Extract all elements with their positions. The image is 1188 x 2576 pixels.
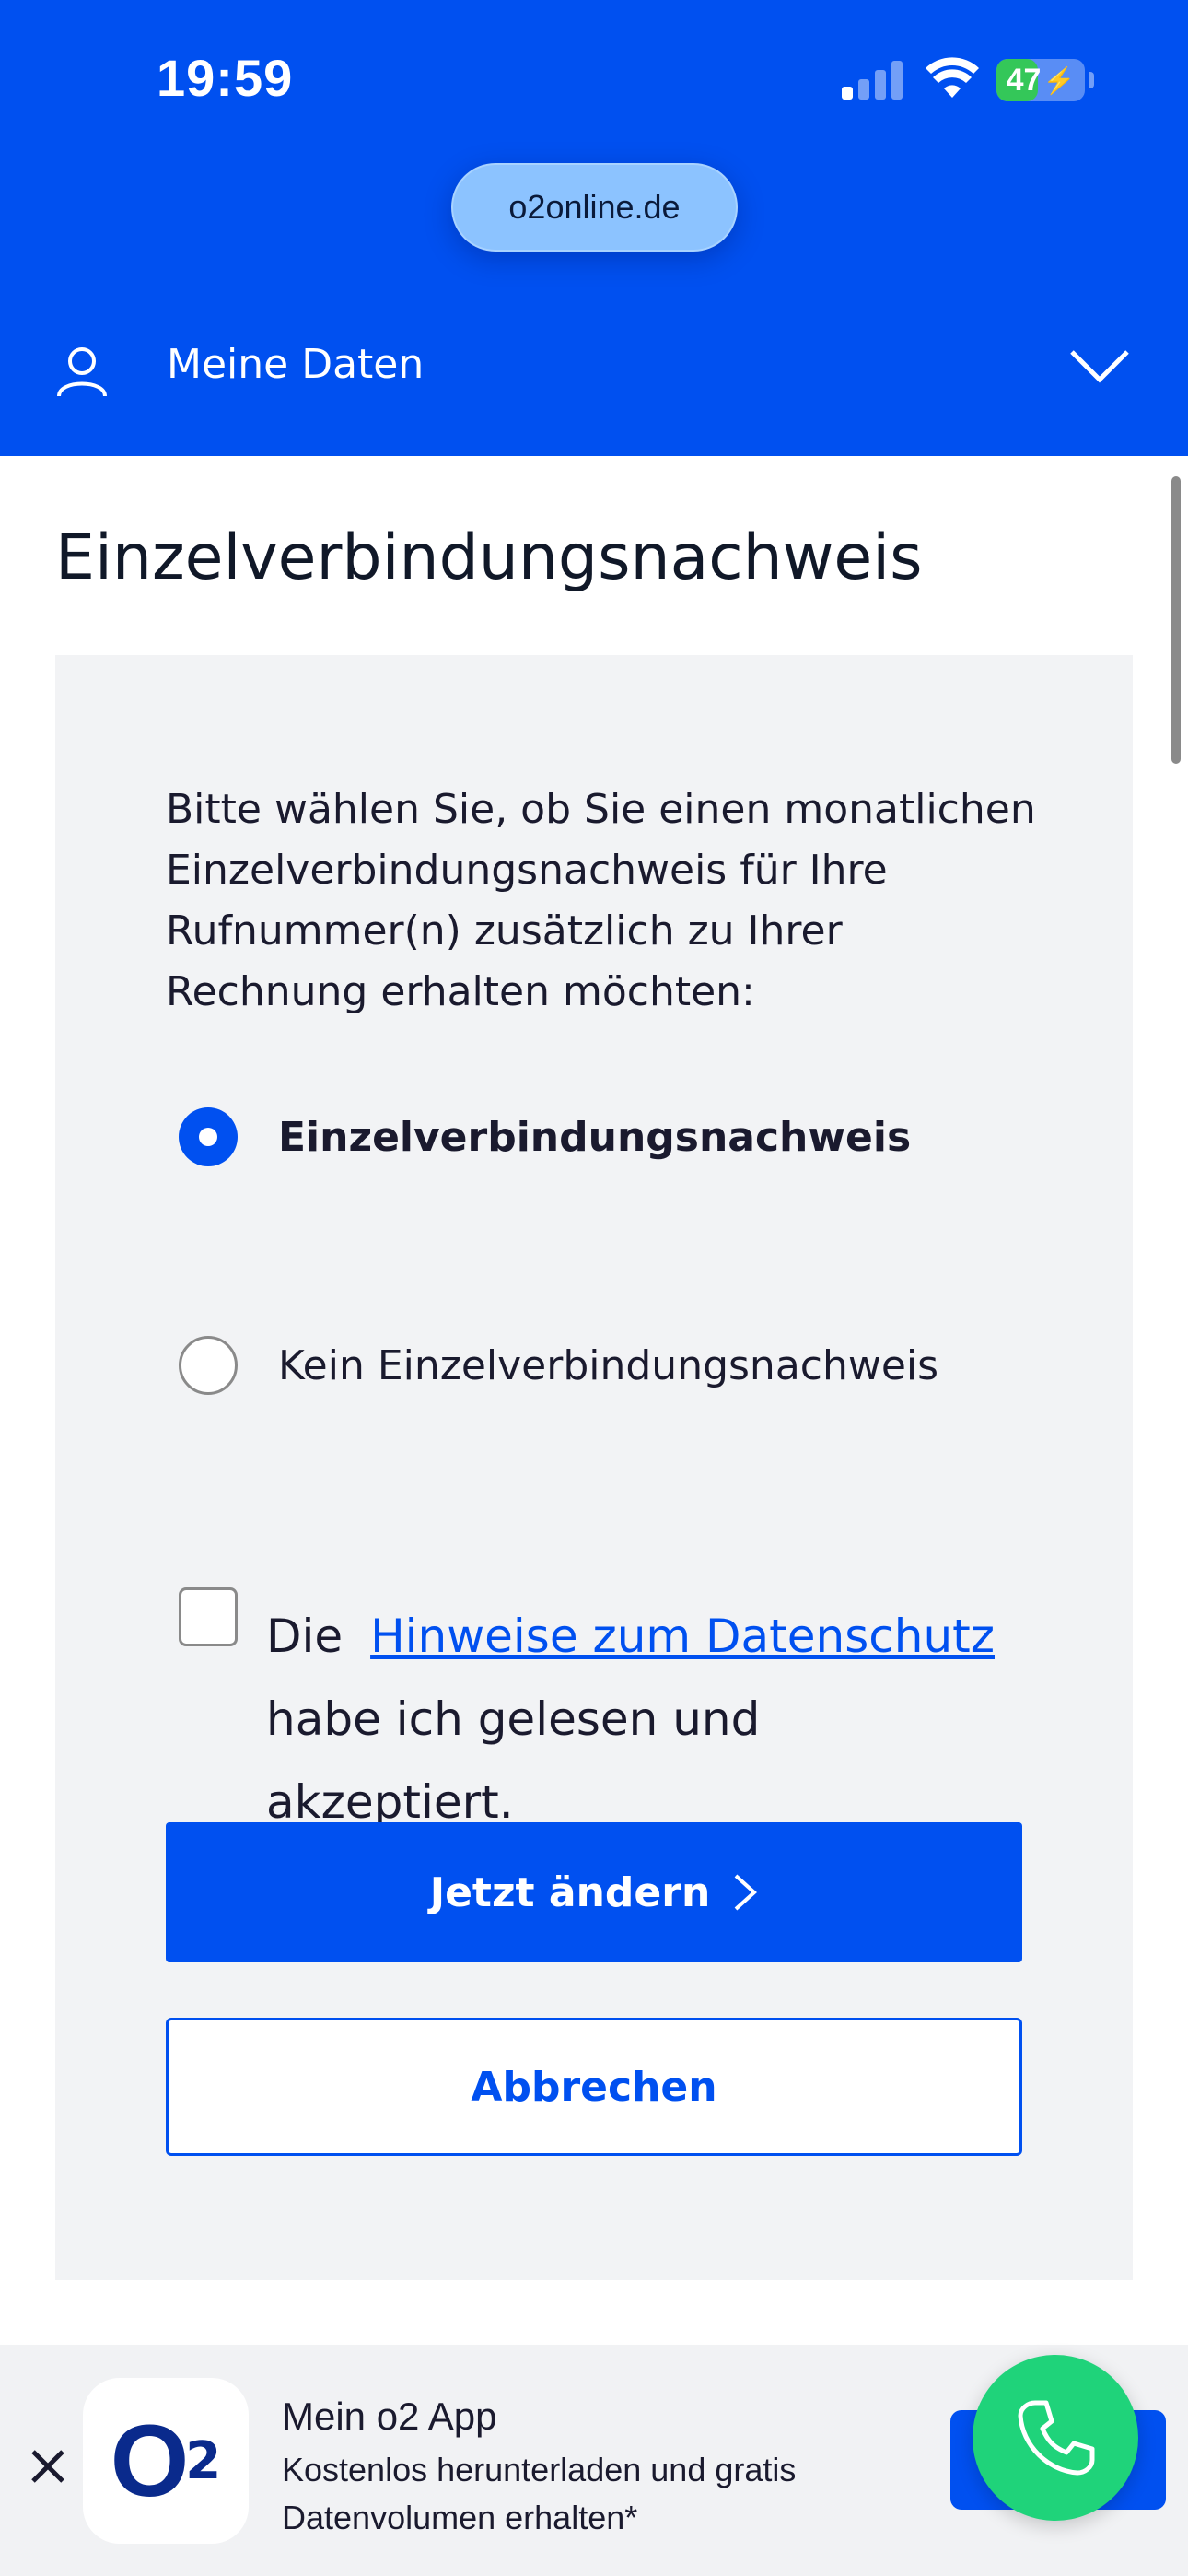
radio-option-einzelverbindungsnachweis[interactable]: Einzelverbindungsnachweis [179,1107,911,1166]
radio-button[interactable] [179,1336,238,1395]
status-time: 19:59 [157,49,294,107]
banner-description: Kostenlos herunterladen und gratis Daten… [282,2451,797,2536]
user-icon [57,347,107,397]
o2-app-logo: O2 [83,2378,249,2544]
privacy-suffix: habe ich gelesen und akzeptiert. [266,1692,761,1829]
battery-tip [1089,72,1094,88]
cellular-signal-icon [842,61,904,100]
scrollbar[interactable] [1171,476,1181,764]
privacy-prefix: Die [266,1610,344,1663]
wifi-icon [926,57,979,98]
close-icon[interactable] [28,2446,68,2487]
chevron-right-icon [734,1874,758,1911]
battery-percent: 47 ⚡ [1006,62,1076,98]
chevron-down-icon[interactable] [1068,346,1131,387]
radio-label: Einzelverbindungsnachweis [278,1113,912,1161]
page-title: Einzelverbindungsnachweis [55,521,923,594]
call-button[interactable] [973,2355,1138,2521]
phone-icon [1018,2400,1095,2476]
privacy-checkbox[interactable] [179,1587,238,1646]
radio-label: Kein Einzelverbindungsnachweis [278,1341,939,1389]
submit-label: Jetzt ändern [429,1868,711,1916]
radio-button-selected[interactable] [179,1107,238,1166]
battery-icon: 47 ⚡ [996,59,1085,101]
radio-option-kein-einzelverbindungsnachweis[interactable]: Kein Einzelverbindungsnachweis [179,1336,938,1395]
cancel-button[interactable]: Abbrechen [166,2018,1022,2156]
nav-title: Meine Daten [167,341,425,388]
privacy-link[interactable]: Hinweise zum Datenschutz [370,1610,995,1663]
url-bar[interactable]: o2online.de [451,163,738,252]
intro-text: Bitte wählen Sie, ob Sie einen monatlich… [166,786,1036,1015]
submit-button[interactable]: Jetzt ändern [166,1822,1022,1962]
privacy-consent-text: Die Hinweise zum Datenschutz habe ich ge… [266,1595,1021,1844]
url-text: o2online.de [508,188,681,226]
account-nav[interactable]: Meine Daten [0,313,1188,424]
settings-card: Bitte wählen Sie, ob Sie einen monatlich… [55,655,1133,2280]
banner-app-name: Mein o2 App [282,2395,497,2438]
cancel-label: Abbrechen [471,2063,717,2111]
top-header: 19:59 47 ⚡ o2online.de Meine Daten [0,0,1188,456]
